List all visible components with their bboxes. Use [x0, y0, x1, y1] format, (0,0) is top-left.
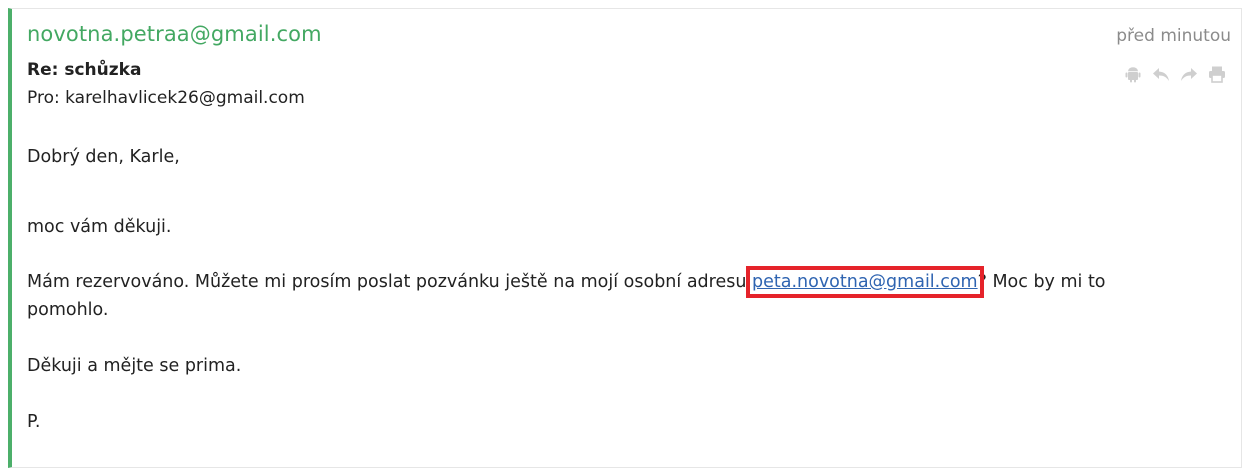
- message-time: před minutou: [1116, 26, 1231, 46]
- sender-address[interactable]: novotna.petraa@gmail.com: [27, 22, 322, 46]
- request-paragraph: Mám rezervováno. Můžete mi prosím poslat…: [27, 266, 1107, 324]
- message-subject: Re: schůzka: [27, 60, 142, 80]
- email-link[interactable]: peta.novotna@gmail.com: [746, 266, 984, 298]
- recipient-line: Pro: karelhavlicek26@gmail.com: [27, 88, 305, 108]
- email-message: novotna.petraa@gmail.com před minutou Re…: [8, 8, 1242, 468]
- thanks-line: moc vám děkuji.: [27, 217, 172, 237]
- signature: P.: [27, 412, 41, 432]
- message-actions: [1123, 64, 1227, 84]
- print-icon[interactable]: [1207, 64, 1227, 84]
- request-text-before: Mám rezervováno. Můžete mi prosím poslat…: [27, 272, 752, 292]
- closing-line: Děkuji a mějte se prima.: [27, 356, 242, 376]
- forward-icon[interactable]: [1179, 64, 1199, 84]
- greeting: Dobrý den, Karle,: [27, 147, 180, 167]
- reply-icon[interactable]: [1151, 64, 1171, 84]
- android-icon[interactable]: [1123, 64, 1143, 84]
